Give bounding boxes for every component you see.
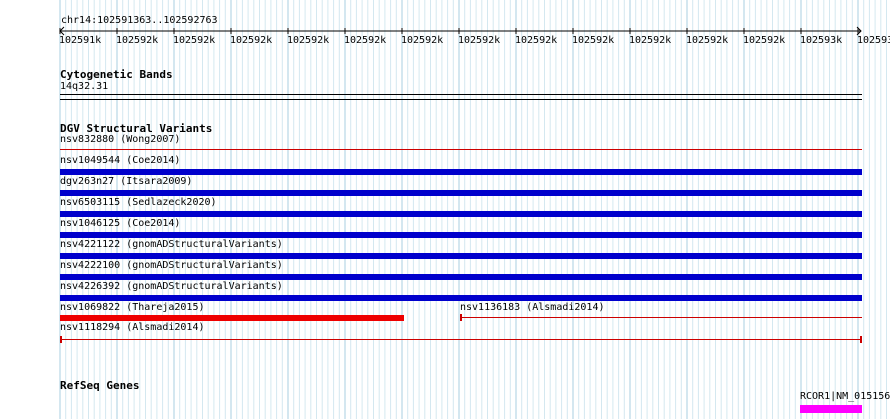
ruler-tick-label: 102592k	[629, 35, 672, 46]
genome-browser-view: chr14:102591363..102592763 102591k 102592…	[0, 0, 890, 419]
variant-label[interactable]: nsv4221122 (gnomADStructuralVariants)	[60, 239, 283, 251]
ruler-tick-label: 102592k	[401, 35, 444, 46]
variant-feature[interactable]	[60, 339, 862, 340]
grid-background	[59, 0, 887, 419]
variant-feature[interactable]	[60, 211, 862, 217]
variant-feature[interactable]	[60, 253, 862, 259]
variant-feature[interactable]	[60, 169, 862, 175]
ruler-tick-label: 102592k	[572, 35, 615, 46]
variant-endcap	[460, 314, 462, 321]
variant-label[interactable]: nsv1049544 (Coe2014)	[60, 155, 180, 167]
ruler-tick-label: 102593k	[857, 35, 890, 46]
gene-label[interactable]: RCOR1|NM_015156	[800, 391, 890, 403]
cytoband-line-top	[60, 94, 862, 95]
variant-label[interactable]: nsv6503115 (Sedlazeck2020)	[60, 197, 217, 209]
ruler-tick-label: 102593k	[800, 35, 843, 46]
ruler-tick-label: 102591k	[59, 35, 102, 46]
ruler-tick-label: 102592k	[287, 35, 330, 46]
ruler-tick-label: 102592k	[743, 35, 786, 46]
cytoband-label: 14q32.31	[60, 81, 109, 92]
ruler-tick-label: 102592k	[173, 35, 216, 46]
ruler-tick-label: 102592k	[686, 35, 729, 46]
variant-feature[interactable]	[60, 232, 862, 238]
ruler-tick-label: 102592k	[458, 35, 501, 46]
variant-feature[interactable]	[460, 317, 862, 318]
ruler-tick-label: 102592k	[344, 35, 387, 46]
gene-feature[interactable]	[800, 405, 862, 413]
variant-feature[interactable]	[60, 190, 862, 196]
variant-label[interactable]: nsv1136183 (Alsmadi2014)	[460, 302, 605, 314]
ruler-tick-label: 102592k	[230, 35, 273, 46]
ruler-tick-label: 102592k	[116, 35, 159, 46]
variant-feature[interactable]	[60, 315, 404, 321]
variant-feature[interactable]	[60, 274, 862, 280]
variant-feature[interactable]	[60, 149, 862, 150]
variant-label[interactable]: nsv4222100 (gnomADStructuralVariants)	[60, 260, 283, 272]
variant-label[interactable]: nsv1118294 (Alsmadi2014)	[60, 322, 205, 334]
variant-label[interactable]: nsv4226392 (gnomADStructuralVariants)	[60, 281, 283, 293]
refseq-track-title: RefSeq Genes	[60, 379, 140, 392]
cytoband-track-title: Cytogenetic Bands	[60, 68, 173, 81]
cytoband-line-bottom	[60, 99, 862, 100]
variant-feature[interactable]	[60, 295, 862, 301]
ruler-tick-label: 102592k	[515, 35, 558, 46]
variant-label[interactable]: nsv1069822 (Thareja2015)	[60, 302, 205, 314]
variant-label[interactable]: dgv263n27 (Itsara2009)	[60, 176, 192, 188]
variant-label[interactable]: nsv1046125 (Coe2014)	[60, 218, 180, 230]
variant-label[interactable]: nsv832880 (Wong2007)	[60, 134, 180, 146]
variant-endcap	[60, 336, 62, 343]
variant-endcap	[860, 336, 862, 343]
